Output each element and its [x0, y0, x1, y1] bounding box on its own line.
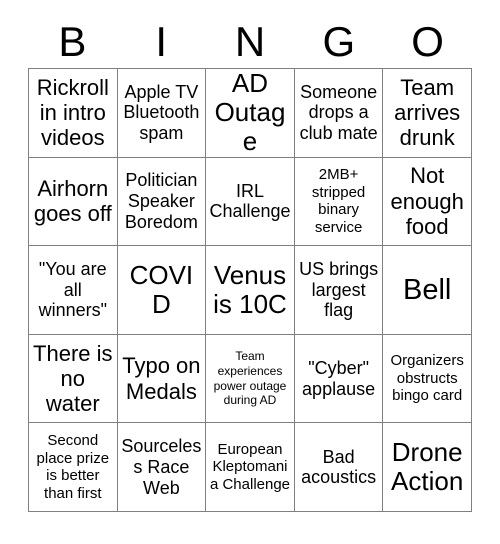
- bingo-cell[interactable]: AD Outage: [206, 69, 295, 158]
- bingo-cell-label: Politician Speaker Boredom: [124, 170, 198, 232]
- bingo-cell[interactable]: 2MB+ stripped binary service: [294, 157, 384, 247]
- bingo-cell-label: Rickroll in intro videos: [36, 74, 109, 151]
- bingo-cell[interactable]: IRL Challenge: [206, 157, 295, 247]
- bingo-header: BINGO: [28, 16, 472, 68]
- bingo-cell-label: Not enough food: [390, 163, 464, 240]
- bingo-cell[interactable]: European Kleptomania Challenge: [206, 423, 295, 512]
- bingo-cell[interactable]: COVID: [117, 246, 207, 335]
- bingo-header-letter-2: I: [155, 18, 168, 65]
- bingo-cell[interactable]: US brings largest flag: [294, 246, 384, 335]
- bingo-cell[interactable]: Airhorn goes off: [29, 157, 118, 247]
- bingo-grid: Rickroll in intro videos Apple TV Bluetoo…: [28, 68, 472, 512]
- bingo-cell-label: Second place prize is better than first: [36, 431, 110, 502]
- bingo-cell-label: AD Outage: [214, 69, 286, 157]
- bingo-cell-label: Team experiences power outage during AD: [213, 349, 287, 408]
- bingo-cell-label: Sourceless Race Web: [121, 436, 202, 498]
- bingo-cell-label: Airhorn goes off: [33, 176, 112, 227]
- bingo-cell-label: Bad acoustics: [301, 446, 377, 488]
- bingo-cell[interactable]: Venus is 10C: [206, 246, 295, 335]
- bingo-cell-label: Typo on Medals: [122, 353, 201, 404]
- bingo-cell-label: Team arrives drunk: [394, 74, 461, 151]
- bingo-cell[interactable]: Organizers obstructs bingo card: [383, 334, 472, 424]
- bingo-cell-label: Bell: [403, 273, 452, 306]
- bingo-header-letter-5: O: [411, 18, 444, 65]
- bingo-cell[interactable]: Team arrives drunk: [383, 69, 472, 158]
- bingo-cell-label: "Cyber" applause: [302, 357, 376, 399]
- bingo-cell-label: European Kleptomania Challenge: [209, 440, 291, 494]
- bingo-cell-label: COVID: [129, 259, 194, 319]
- bingo-cell[interactable]: Bad acoustics: [294, 423, 384, 512]
- bingo-header-letter-4: G: [322, 18, 356, 65]
- bingo-cell[interactable]: Politician Speaker Boredom: [117, 157, 207, 247]
- bingo-cell-label: "You are all winners": [38, 258, 107, 321]
- bingo-cell-label: US brings largest flag: [299, 258, 379, 321]
- bingo-cell-label: Someone drops a club mate: [299, 81, 378, 144]
- bingo-cell-label: Organizers obstructs bingo card: [390, 352, 464, 405]
- bingo-cell[interactable]: Typo on Medals: [117, 334, 207, 424]
- bingo-cell-label: Drone Action: [391, 437, 464, 497]
- bingo-cell[interactable]: Not enough food: [383, 157, 472, 247]
- bingo-cell[interactable]: There is no water: [29, 334, 118, 424]
- bingo-header-letter-3: N: [234, 18, 266, 65]
- bingo-cell-label: Apple TV Bluetooth spam: [123, 81, 200, 144]
- bingo-cell[interactable]: "You are all winners": [29, 246, 118, 335]
- bingo-cell-label: 2MB+ stripped binary service: [311, 166, 366, 237]
- bingo-card: B I N G O Rickroll in intro videos Apple TV B…: [0, 0, 500, 544]
- bingo-cell-label: Venus is 10C: [213, 259, 287, 319]
- bingo-cell[interactable]: Rickroll in intro videos: [29, 69, 118, 158]
- bingo-cell-label: There is no water: [33, 340, 113, 417]
- bingo-cell[interactable]: "Cyber" applause: [294, 334, 384, 424]
- bingo-cell[interactable]: Team experiences power outage during AD: [206, 334, 295, 424]
- bingo-cell[interactable]: Apple TV Bluetooth spam: [117, 69, 207, 158]
- bingo-cell[interactable]: Drone Action: [383, 423, 472, 512]
- bingo-cell[interactable]: Second place prize is better than first: [29, 423, 118, 512]
- bingo-cell-label: IRL Challenge: [209, 180, 291, 222]
- bingo-header-letter-1: B: [58, 18, 87, 65]
- bingo-cell[interactable]: Bell: [383, 246, 472, 335]
- bingo-cell[interactable]: Someone drops a club mate: [294, 69, 384, 158]
- bingo-cell[interactable]: Sourceless Race Web: [117, 423, 207, 512]
